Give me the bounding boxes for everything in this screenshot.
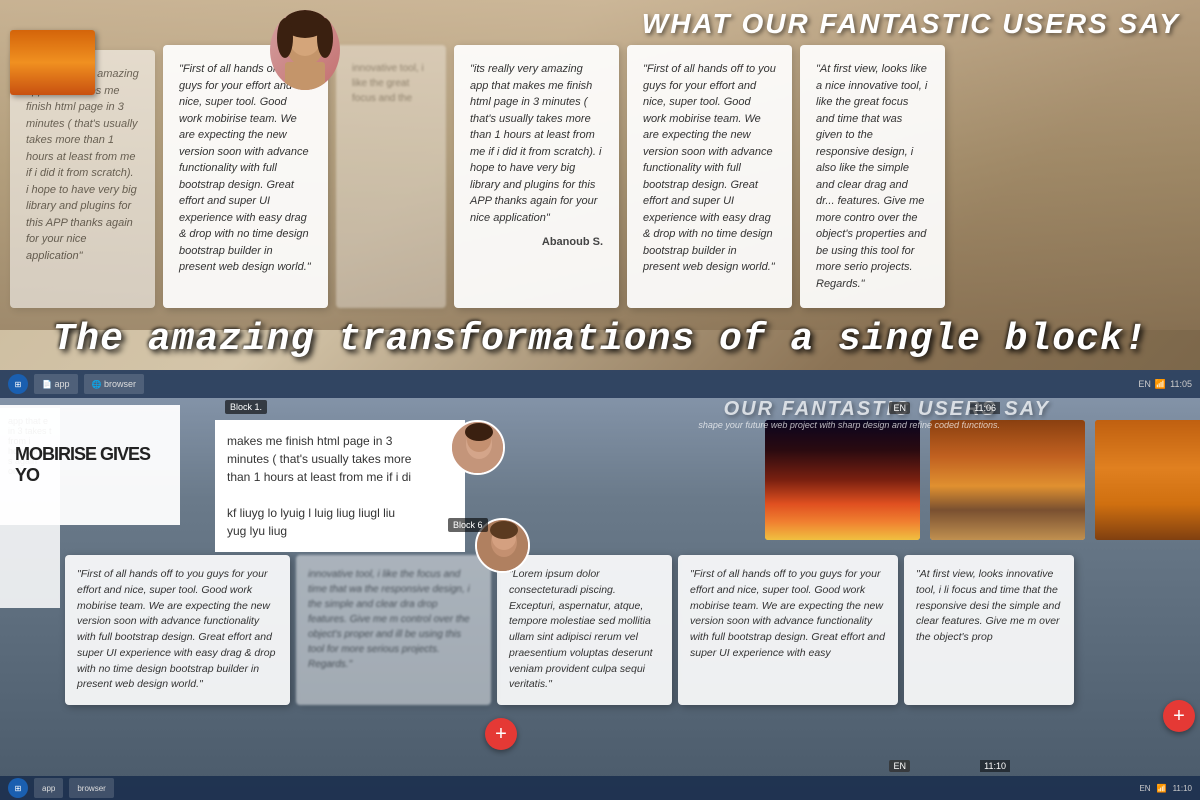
lang-badge-1: EN [889,402,910,414]
builder-main-panel: makes me finish html page in 3 minutes (… [215,420,465,552]
plus-button-1[interactable]: + [485,718,517,750]
builder-text-line1: makes me finish html page in 3 [227,432,453,450]
bottom-start-btn[interactable]: ⊞ [8,778,28,798]
card-1-text: "its really very amazing app that makes … [26,66,139,264]
profile-avatar-top [270,10,340,90]
builder-text-line2: minutes ( that's usually takes more [227,450,453,468]
top-section: WHAT OUR FANTASTIC USERS SAY "its [0,0,1200,330]
main-title: The amazing transformations of a single … [20,318,1180,361]
lang-indicator: EN [1138,379,1151,389]
lower-card-right1: "First of all hands off to you guys for … [678,555,898,705]
network-icon: 📶 [1155,379,1166,390]
mobirise-logo-area: MOBIRISE GIVES YO [0,405,180,525]
builder-text-line6: yug lyu liug [227,522,453,540]
card-4-name: Abanoub S. [470,234,603,251]
plus-button-2[interactable]: + [1163,700,1195,732]
taskbar-start-button[interactable]: ⊞ [8,374,28,394]
lower-card-lorem: "Lorem ipsum dolor consecteturadi piscin… [497,555,672,705]
lang-badge-2: EN [889,760,910,772]
mobirise-logo-text: MOBIRISE GIVES YO [15,444,165,486]
signal-icon: 📶 [1157,784,1167,793]
testimonial-cards-top: "its really very amazing app that makes … [0,40,1200,308]
card-5-text: "First of all hands off to you guys for … [643,61,776,276]
plus-icon-2: + [1173,705,1185,728]
testimonial-card-6: "At first view, looks like a nice innova… [800,45,945,308]
builder-text-line5: kf liuyg lo lyuig l luig liug liugl liu [227,504,453,522]
lower-card-lorem-text: "Lorem ipsum dolor consecteturadi piscin… [509,567,660,693]
sunset-image-2 [930,420,1085,540]
card-4-text: "its really very amazing app that makes … [470,61,603,226]
bottom-taskbar-item1[interactable]: app [34,778,63,798]
card-6-text: "At first view, looks like a nice innova… [816,61,929,292]
bottom-lang: EN [1139,784,1150,793]
page-subtitle: shape your future web project with sharp… [698,420,1000,430]
sunset-image-1 [765,420,920,540]
testimonial-card-5: "First of all hands off to you guys for … [627,45,792,308]
testimonial-card-3: innovative tool, i like the great focus … [336,45,446,308]
plus-icon: + [495,723,507,746]
testimonial-card-4: "its really very amazing app that makes … [454,45,619,308]
builder-text-line3: than 1 hours at least from me if i di [227,468,453,486]
block-6-label: Block 6 [448,518,488,532]
builder-ui-panel: Block 1. makes me finish html page in 3 … [215,400,475,800]
lower-card-right2: "At first view, looks innovative tool, i… [904,555,1074,705]
taskbar-time-3: 11:10 [980,760,1010,772]
fantastic-header-overlay: OUR FANTASTIC USERS SAY [724,398,1050,421]
header-title: WHAT OUR FANTASTIC USERS SAY [642,8,1180,40]
avatar-circle-1 [450,420,505,475]
small-landscape-image [10,30,95,95]
bottom-section: ⊞ 📄 app 🌐 browser EN 📶 11:05 MOBIRISE GI… [0,370,1200,800]
sunset-image-3 [1095,420,1200,540]
lower-card-right1-text: "First of all hands off to you guys for … [690,567,886,662]
bottom-clock: 11:10 [1173,784,1192,793]
bottom-sys-tray: EN 📶 11:10 [1139,784,1192,793]
profile-image-top [270,10,350,100]
bottom-taskbar-item2[interactable]: browser [69,778,113,798]
bottom-taskbar: ⊞ app browser EN 📶 11:10 [0,776,1200,800]
card-3-text: innovative tool, i like the great focus … [352,61,430,106]
lower-card-right2-text: "At first view, looks innovative tool, i… [916,567,1062,646]
main-overlay-section: The amazing transformations of a single … [0,310,1200,369]
taskbar-app-item[interactable]: 📄 app [34,374,78,394]
taskbar-browser-item[interactable]: 🌐 browser [84,374,144,394]
taskbar-time-1: 11:05 [1170,379,1192,389]
avatar-1-area [450,420,505,475]
taskbar-time-2: 11:06 [970,402,1000,414]
screenshot-container: WHAT OUR FANTASTIC USERS SAY "its [0,0,1200,800]
desktop-taskbar-top: ⊞ 📄 app 🌐 browser EN 📶 11:05 [0,370,1200,398]
block-1-label: Block 1. [225,400,267,414]
